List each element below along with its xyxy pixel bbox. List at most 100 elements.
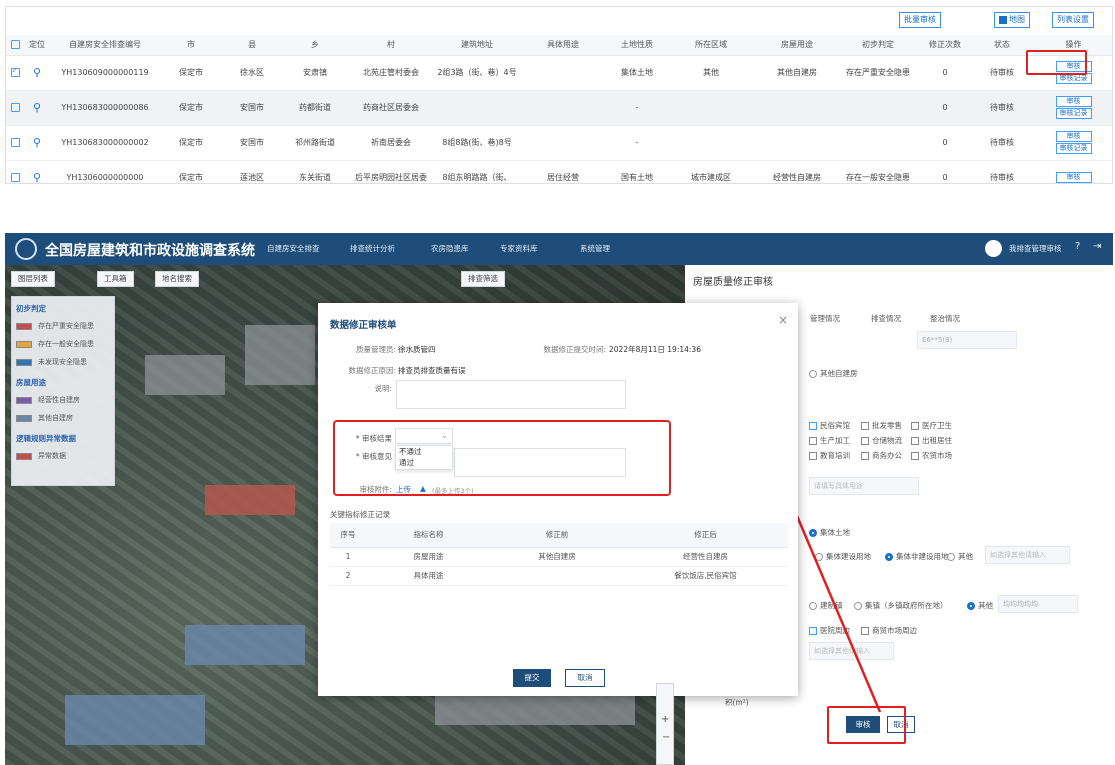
- menu-hazard-lib[interactable]: 农房隐患库: [431, 243, 469, 254]
- close-icon[interactable]: ×: [778, 313, 788, 327]
- list-toolbar: 批量审核 地图 列表设置: [6, 7, 1112, 33]
- locate-pin-icon[interactable]: ⚲: [24, 90, 50, 126]
- cell-town: 药都街道: [282, 90, 348, 126]
- zoom-out-icon[interactable]: −: [662, 732, 670, 743]
- dialog-cancel-button[interactable]: 取消: [565, 669, 605, 687]
- table-row: ⚲ YH130683000000002 保定市 安国市 祁州路街道 祈南居委会 …: [6, 125, 1112, 161]
- use-checkbox[interactable]: 农贸市场: [911, 450, 952, 461]
- column-settings-button[interactable]: 列表设置: [1052, 12, 1094, 28]
- land-other-input[interactable]: 如选择其他请输入: [985, 546, 1070, 564]
- cell-fixes: 0: [916, 125, 974, 161]
- locate-pin-icon[interactable]: ⚲: [24, 55, 50, 91]
- cell-address: 8组8路(街、巷)8号: [434, 125, 520, 161]
- review-record-button[interactable]: 审核记录: [1055, 143, 1092, 154]
- review-record-button[interactable]: 审核记录: [1055, 108, 1092, 119]
- row-checkbox[interactable]: [6, 55, 24, 91]
- other-house-radio[interactable]: 其他自建房: [809, 368, 858, 379]
- user-name[interactable]: 我排查管理审核: [1009, 243, 1062, 254]
- legend-item[interactable]: 存在一般安全隐患: [16, 339, 94, 349]
- cell-city: 保定市: [160, 55, 222, 91]
- help-icon[interactable]: ?: [1075, 241, 1080, 252]
- map-button-label: 地图: [1009, 15, 1025, 24]
- emblem-icon: [15, 238, 37, 260]
- cell-status: 待审核: [974, 125, 1030, 161]
- col-header: 定位: [24, 35, 50, 56]
- col-header: 县: [222, 35, 282, 56]
- cell-house-use: 其他自建房: [754, 55, 840, 91]
- region-radio[interactable]: 其他: [967, 600, 993, 611]
- time-label: 数据修正提交时间:: [543, 345, 606, 354]
- col-header: 序号: [330, 523, 366, 548]
- map-icon: [999, 15, 1007, 24]
- zoom-in-icon[interactable]: +: [661, 714, 669, 725]
- menu-experts[interactable]: 专家资料库: [500, 243, 538, 254]
- menu-stats[interactable]: 排查统计分析: [350, 243, 395, 254]
- swatch-icon: [16, 340, 32, 348]
- row-checkbox[interactable]: [6, 160, 24, 183]
- row-checkbox[interactable]: [6, 90, 24, 126]
- toolbox-button[interactable]: 工具箱: [97, 271, 134, 287]
- cell-region: [668, 125, 754, 161]
- cell-region: [668, 90, 754, 126]
- cell-judge: 存在一般安全隐患: [840, 160, 916, 183]
- menu-self-built-survey[interactable]: 自建房安全排查: [267, 243, 320, 254]
- cell-region: 城市建成区: [668, 160, 754, 183]
- legend-item[interactable]: 其他自建房: [16, 413, 73, 423]
- cell-town: 安肃镇: [282, 55, 348, 91]
- menu-system[interactable]: 系统管理: [580, 243, 610, 254]
- review-button[interactable]: 审核: [1055, 96, 1092, 107]
- col-header: 乡: [282, 35, 348, 56]
- area-unit-label: 积(m²): [725, 698, 749, 707]
- manager-value: 徐水质管四: [398, 345, 436, 354]
- desc-textarea[interactable]: [396, 380, 626, 409]
- tab-management[interactable]: 管理情况: [810, 313, 840, 324]
- table-row: ⚲ YH1306000000000 保定市 莲池区 东关街道 后平房明园社区居委…: [6, 160, 1112, 183]
- legend-heading: 逻辑规则异常数据: [16, 434, 76, 443]
- land-type-radio[interactable]: 其他: [947, 551, 973, 562]
- cell: 房屋用途: [366, 547, 491, 567]
- legend-item[interactable]: 存在严重安全隐患: [16, 321, 94, 331]
- cell-ops: 审核 审核记录: [1030, 90, 1112, 126]
- col-header: 土地性质: [606, 35, 668, 56]
- correction-review-dialog: 数据修正审核单 ×: [318, 303, 798, 696]
- tab-survey[interactable]: 排查情况: [871, 313, 901, 324]
- desc-label: 说明:: [374, 384, 392, 393]
- cell-status: 待审核: [974, 90, 1030, 126]
- legend-item[interactable]: 未发现安全隐患: [16, 357, 87, 367]
- col-header: 房屋用途: [754, 35, 840, 56]
- locate-pin-icon[interactable]: ⚲: [24, 125, 50, 161]
- table-row: 2 具体用途 餐饮饭店,民俗宾馆: [330, 566, 788, 586]
- batch-review-button[interactable]: 批量审核: [899, 12, 941, 28]
- use-checkbox[interactable]: 医疗卫生: [911, 420, 952, 431]
- col-header: 修正前: [491, 523, 623, 548]
- use-checkbox[interactable]: 出租居住: [911, 435, 952, 446]
- cell-id: YH130683000000002: [50, 125, 160, 161]
- col-header: 修正后: [623, 523, 788, 548]
- logout-icon[interactable]: ⇥: [1093, 241, 1101, 252]
- survey-filter-button[interactable]: 排查筛选: [461, 271, 505, 287]
- region-other-input[interactable]: 均均均均均: [998, 595, 1078, 613]
- col-header: 建筑地址: [434, 35, 520, 56]
- dialog-submit-button[interactable]: 提交: [513, 669, 551, 687]
- place-search-button[interactable]: 地名搜索: [155, 271, 199, 287]
- code-field[interactable]: E6**5(8): [917, 331, 1017, 349]
- review-button[interactable]: 审核: [1055, 172, 1092, 183]
- cell-city: 保定市: [160, 125, 222, 161]
- pane-title: 房屋质量修正审核: [693, 277, 773, 288]
- review-button[interactable]: 审核: [1055, 131, 1092, 142]
- cell-id: YH1306000000000: [50, 160, 160, 183]
- reason-label: 数据修正原因:: [348, 366, 396, 375]
- legend-item[interactable]: 异常数据: [16, 451, 66, 461]
- layer-list-button[interactable]: 图层列表: [11, 271, 55, 287]
- swatch-icon: [16, 358, 32, 366]
- row-checkbox[interactable]: [6, 125, 24, 161]
- tab-rectify[interactable]: 整治情况: [930, 313, 960, 324]
- table-row: ⚲ YH130683000000086 保定市 安国市 药都街道 药商社区居委会…: [6, 90, 1112, 126]
- select-all-checkbox[interactable]: [6, 35, 24, 56]
- app-title: 全国房屋建筑和市政设施调查系统: [45, 243, 255, 259]
- avatar-icon[interactable]: [985, 240, 1002, 257]
- map-button[interactable]: 地图: [994, 12, 1030, 28]
- locate-pin-icon[interactable]: ⚲: [24, 160, 50, 183]
- cell-ops: 审核 审核记录: [1030, 125, 1112, 161]
- legend-item[interactable]: 经营性自建房: [16, 395, 80, 405]
